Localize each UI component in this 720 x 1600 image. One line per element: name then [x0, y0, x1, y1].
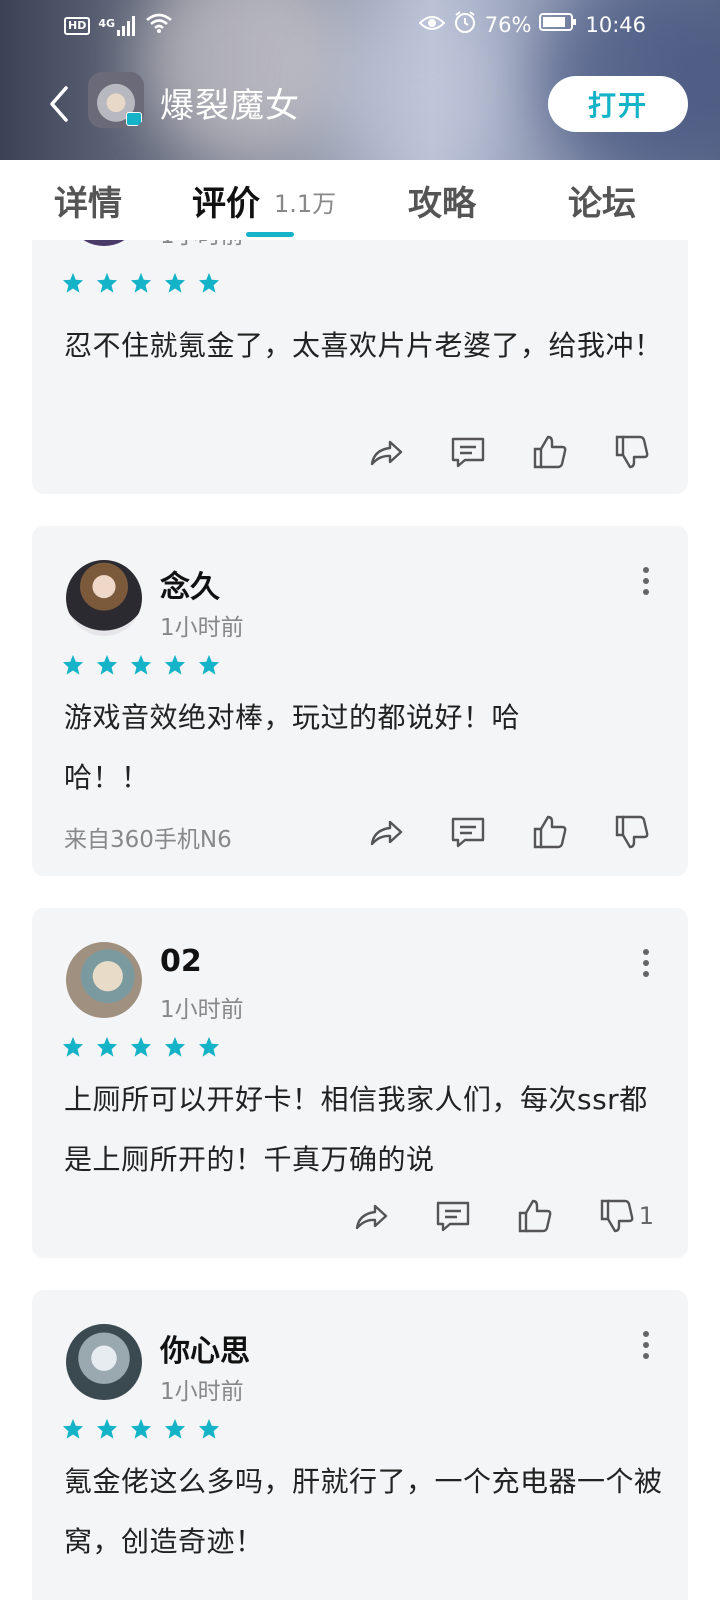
- star-icon: [96, 1418, 118, 1439]
- star-icon: [198, 1418, 220, 1439]
- tab-reviews[interactable]: 评价: [192, 176, 260, 225]
- username[interactable]: 念久: [160, 562, 220, 606]
- avatar[interactable]: [66, 942, 142, 1018]
- avatar[interactable]: [66, 1324, 142, 1400]
- star-icon: [96, 1036, 118, 1057]
- review-list[interactable]: 1小时前 忍不住就氪金了，太喜欢片片老婆了，给我冲！: [0, 240, 720, 1600]
- comment-icon[interactable]: [450, 434, 486, 470]
- open-button[interactable]: 打开: [548, 76, 688, 132]
- avatar[interactable]: [66, 560, 142, 636]
- device-info: 来自360手机N6: [64, 827, 232, 853]
- thumbs-down-icon: [615, 815, 649, 849]
- tab-bar: 详情 评价 1.1万 攻略 论坛: [0, 160, 720, 240]
- more-options-icon[interactable]: [642, 948, 650, 978]
- wifi-icon: [145, 12, 173, 39]
- thumbs-up-icon[interactable]: [532, 434, 568, 470]
- star-icon: [164, 1036, 186, 1057]
- star-icon: [96, 654, 118, 675]
- alarm-icon: [453, 10, 477, 39]
- share-icon[interactable]: [368, 434, 404, 470]
- thumbs-up-icon[interactable]: [517, 1198, 553, 1234]
- review-text: 忍不住就氪金了，太喜欢片片老婆了，给我冲！: [64, 329, 663, 362]
- review-time: 1小时前: [160, 1379, 244, 1405]
- review-time: 1小时前: [160, 240, 244, 250]
- username[interactable]: 02: [160, 944, 202, 979]
- clock: 10:46: [585, 12, 646, 37]
- review-actions: 1: [353, 1198, 654, 1234]
- app-badge-icon: [126, 112, 142, 126]
- avatar[interactable]: [66, 240, 142, 246]
- review-actions: [368, 434, 654, 470]
- share-icon[interactable]: [368, 814, 404, 850]
- tab-details[interactable]: 详情: [54, 176, 122, 225]
- star-icon: [164, 654, 186, 675]
- review-text: 上厕所可以开好卡！相信我家人们，每次ssr都是上厕所开的！千真万确的说: [64, 1083, 648, 1176]
- more-options-icon[interactable]: [642, 1330, 650, 1360]
- star-icon: [198, 654, 220, 675]
- dislike-count: 1: [638, 1202, 654, 1230]
- review-actions: [368, 814, 654, 850]
- dislike-button[interactable]: [614, 434, 654, 470]
- dislike-button[interactable]: [614, 814, 654, 850]
- eye-icon: [418, 13, 446, 37]
- tab-guides[interactable]: 攻略: [408, 176, 476, 225]
- star-rating: [62, 1418, 220, 1440]
- tab-forum[interactable]: 论坛: [568, 176, 636, 225]
- star-icon: [130, 1418, 152, 1439]
- star-icon: [62, 1036, 84, 1057]
- review-card: 02 1小时前 上厕所可以开好卡！相信我家人们，每次ssr都是上厕所开的！千真万…: [32, 908, 688, 1258]
- app-header: HD 4G 76% 10:46 爆裂魔女 打开: [0, 0, 720, 160]
- review-count: 1.1万: [274, 190, 337, 218]
- active-tab-indicator: [246, 232, 294, 237]
- star-icon: [130, 654, 152, 675]
- thumbs-down-icon: [615, 435, 649, 469]
- star-icon: [62, 654, 84, 675]
- app-icon: [88, 72, 144, 128]
- review-text: 游戏音效绝对棒，玩过的都说好！哈哈！！: [64, 701, 521, 794]
- nav-bar: 爆裂魔女 打开: [0, 70, 720, 140]
- star-icon: [62, 272, 84, 293]
- hd-badge: HD: [64, 16, 91, 35]
- status-bar: HD 4G 76% 10:46: [0, 0, 720, 48]
- battery-icon: [539, 12, 577, 37]
- star-rating: [62, 272, 220, 294]
- review-time: 1小时前: [160, 615, 244, 641]
- more-options-icon[interactable]: [642, 566, 650, 596]
- star-icon: [164, 1418, 186, 1439]
- review-text: 氪金佬这么多吗，肝就行了，一个充电器一个被窝，创造奇迹！: [64, 1465, 663, 1558]
- star-rating: [62, 1036, 220, 1058]
- review-card: 念久 1小时前 游戏音效绝对棒，玩过的都说好！哈哈！！ 来自360手机N6: [32, 526, 688, 876]
- username[interactable]: 你心思: [160, 1326, 250, 1370]
- back-arrow-icon[interactable]: [44, 84, 74, 124]
- star-icon: [96, 272, 118, 293]
- dislike-button[interactable]: 1: [599, 1198, 654, 1234]
- star-icon: [130, 272, 152, 293]
- battery-level: 76%: [484, 12, 532, 37]
- star-icon: [164, 272, 186, 293]
- review-card: 你心思 1小时前 氪金佬这么多吗，肝就行了，一个充电器一个被窝，创造奇迹！: [32, 1290, 688, 1600]
- comment-icon[interactable]: [435, 1198, 471, 1234]
- thumbs-down-icon: [600, 1199, 634, 1233]
- star-icon: [62, 1418, 84, 1439]
- star-icon: [130, 1036, 152, 1057]
- star-icon: [198, 1036, 220, 1057]
- app-title: 爆裂魔女: [160, 86, 300, 126]
- share-icon[interactable]: [353, 1198, 389, 1234]
- thumbs-up-icon[interactable]: [532, 814, 568, 850]
- comment-icon[interactable]: [450, 814, 486, 850]
- review-card: 1小时前 忍不住就氪金了，太喜欢片片老婆了，给我冲！: [32, 240, 688, 494]
- cellular-signal-icon: 4G: [98, 15, 137, 36]
- review-time: 1小时前: [160, 997, 244, 1023]
- star-icon: [198, 272, 220, 293]
- star-rating: [62, 654, 220, 676]
